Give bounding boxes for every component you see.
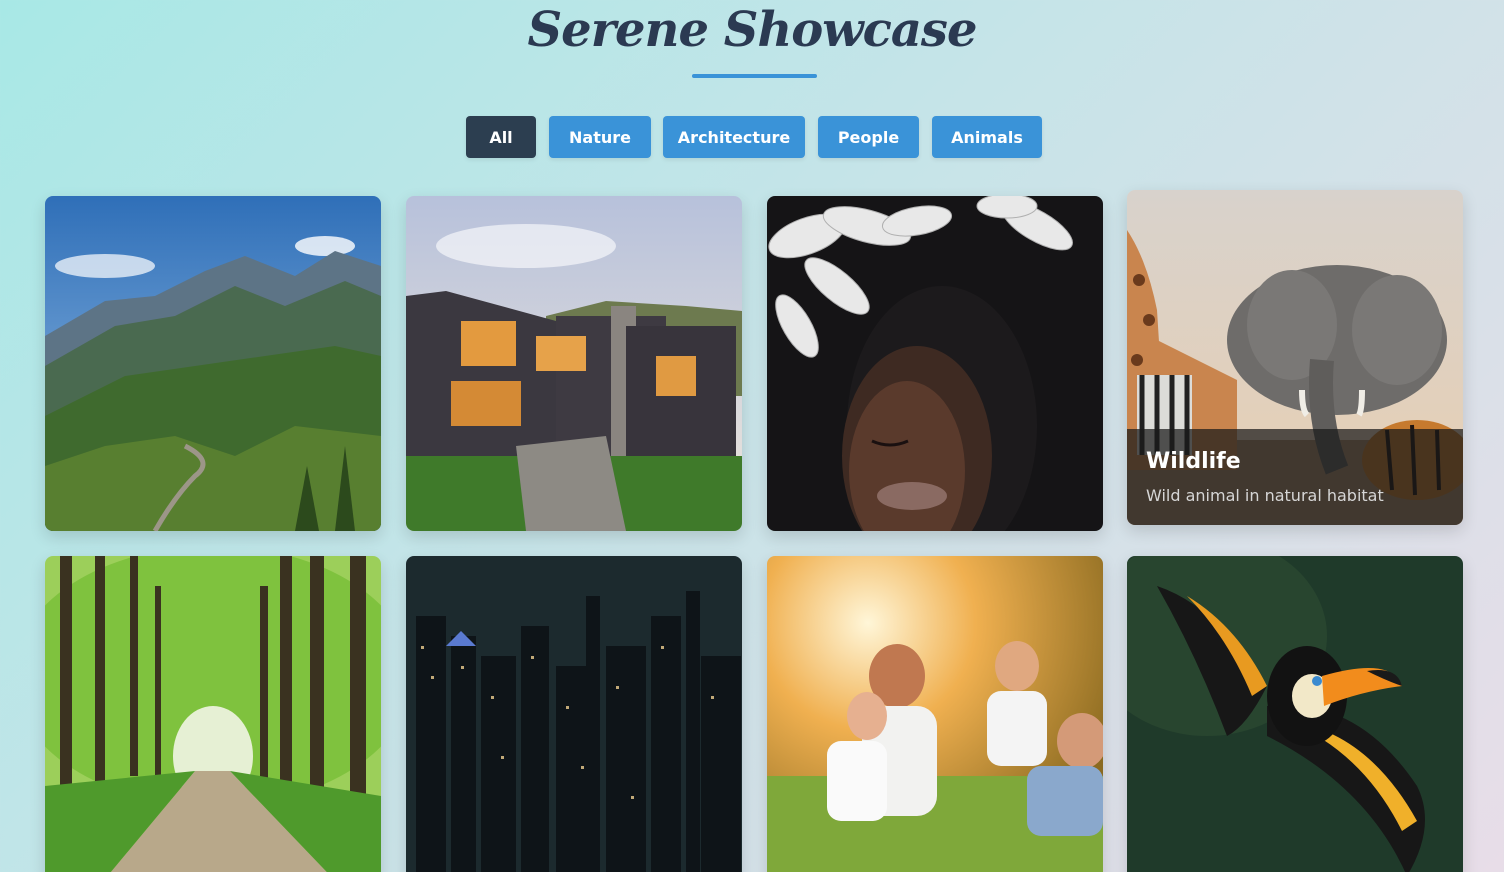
toucan-image [1127,556,1463,872]
gallery-item-mountains[interactable] [45,196,381,531]
title-underline [692,74,817,78]
portrait-image [767,196,1103,531]
city-night-image [406,556,742,872]
filter-animals-button[interactable]: Animals [932,116,1042,158]
gallery-item-forest-path[interactable] [45,556,381,872]
filter-architecture-button[interactable]: Architecture [663,116,805,158]
gallery-item-family[interactable] [767,556,1103,872]
page-title: Serene Showcase [527,2,978,58]
modern-house-image [406,196,742,531]
mountain-landscape-image [45,196,381,531]
family-picnic-image [767,556,1103,872]
filter-bar: All Nature Architecture People Animals [0,116,1504,158]
caption-title: Wildlife [1146,449,1241,474]
gallery-item-modern-house[interactable] [406,196,742,531]
gallery-item-wildlife[interactable]: Wildlife Wild animal in natural habitat [1127,190,1463,525]
gallery-item-toucan[interactable] [1127,556,1463,872]
filter-nature-button[interactable]: Nature [549,116,651,158]
filter-all-button[interactable]: All [466,116,536,158]
filter-people-button[interactable]: People [818,116,919,158]
forest-path-image [45,556,381,872]
gallery-item-portrait[interactable] [767,196,1103,531]
gallery-item-city-night[interactable] [406,556,742,872]
caption-description: Wild animal in natural habitat [1146,486,1384,505]
image-caption-overlay: Wildlife Wild animal in natural habitat [1127,429,1463,525]
